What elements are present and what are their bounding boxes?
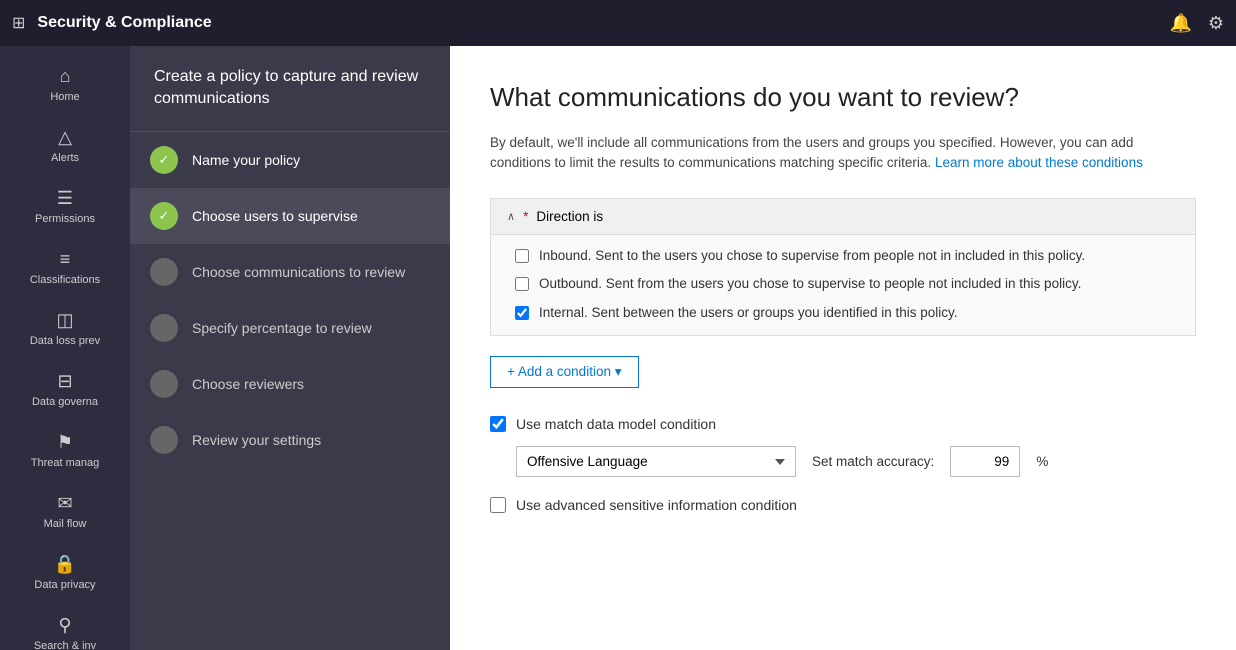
wizard-step-name[interactable]: ✓ Name your policy <box>130 132 450 188</box>
direction-condition-block: ∧ * Direction is Inbound. Sent to the us… <box>490 198 1196 337</box>
chevron-up-icon[interactable]: ∧ <box>507 210 515 223</box>
match-model-checkbox[interactable] <box>490 416 506 432</box>
match-controls: Offensive Language Threat Harassment Adu… <box>516 446 1196 477</box>
match-accuracy-input[interactable] <box>950 446 1020 477</box>
main-content: What communications do you want to revie… <box>450 46 1236 650</box>
sidebar-item-home[interactable]: ⌂ Home <box>0 54 130 115</box>
match-model-label: Use match data model condition <box>516 416 716 432</box>
match-section: Use match data model condition Offensive… <box>490 416 1196 477</box>
threat-icon: ⚑ <box>57 432 73 453</box>
wizard-step-reviewers[interactable]: Choose reviewers <box>130 356 450 412</box>
data-gov-icon: ⊟ <box>57 371 72 392</box>
sidebar-item-classifications-label: Classifications <box>30 274 100 286</box>
match-model-row: Use match data model condition <box>490 416 1196 432</box>
sidebar-item-data-loss-label: Data loss prev <box>30 335 100 347</box>
step-label-settings: Review your settings <box>192 432 321 448</box>
sidebar-item-data-gov-label: Data governa <box>32 396 98 408</box>
step-label-name: Name your policy <box>192 152 300 168</box>
option-row-outbound: Outbound. Sent from the users you chose … <box>515 275 1171 294</box>
condition-header: ∧ * Direction is <box>491 199 1195 235</box>
step-label-communications: Choose communications to review <box>192 264 405 280</box>
bell-icon[interactable]: 🔔 <box>1169 13 1191 34</box>
wizard-step-percentage[interactable]: Specify percentage to review <box>130 300 450 356</box>
content-description: By default, we'll include all communicat… <box>490 133 1196 174</box>
step-circle-communications <box>150 258 178 286</box>
internal-label: Internal. Sent between the users or grou… <box>539 304 958 323</box>
option-row-internal: Internal. Sent between the users or grou… <box>515 304 1171 323</box>
percent-sign: % <box>1036 454 1048 469</box>
wizard-header: Create a policy to capture and review co… <box>130 46 450 132</box>
match-accuracy-label: Set match accuracy: <box>812 454 934 469</box>
gear-icon[interactable]: ⚙ <box>1208 13 1224 34</box>
wizard-step-users[interactable]: ✓ Choose users to supervise <box>130 188 450 244</box>
step-circle-name: ✓ <box>150 146 178 174</box>
mail-flow-icon: ✉ <box>57 493 72 514</box>
match-model-dropdown[interactable]: Offensive Language Threat Harassment Adu… <box>516 446 796 477</box>
home-icon: ⌂ <box>60 66 71 87</box>
step-circle-reviewers <box>150 370 178 398</box>
classifications-icon: ≡ <box>60 249 71 270</box>
sidebar-item-data-gov[interactable]: ⊟ Data governa <box>0 359 130 420</box>
step-label-users: Choose users to supervise <box>192 208 358 224</box>
step-label-reviewers: Choose reviewers <box>192 376 304 392</box>
main-layout: ⌂ Home △ Alerts ☰ Permissions ≡ Classifi… <box>0 46 1236 650</box>
sidebar-item-threat-label: Threat manag <box>31 457 99 469</box>
direction-label: Direction is <box>536 209 603 224</box>
data-loss-icon: ◫ <box>56 310 73 331</box>
sidebar-item-mail-flow-label: Mail flow <box>44 518 87 530</box>
wizard-step-communications[interactable]: Choose communications to review <box>130 244 450 300</box>
sidebar-item-home-label: Home <box>50 91 79 103</box>
sidebar-item-permissions-label: Permissions <box>35 213 95 225</box>
sidebar-item-data-priv[interactable]: 🔒 Data privacy <box>0 542 130 603</box>
app-title: Security & Compliance <box>37 14 1169 32</box>
topbar: ⊞ Security & Compliance 🔔 ⚙ <box>0 0 1236 46</box>
advanced-row: Use advanced sensitive information condi… <box>490 497 1196 513</box>
data-priv-icon: 🔒 <box>54 554 76 575</box>
sidebar-item-data-loss[interactable]: ◫ Data loss prev <box>0 298 130 359</box>
learn-more-link[interactable]: Learn more about these conditions <box>935 155 1143 170</box>
step-circle-settings <box>150 426 178 454</box>
sidebar-item-alerts[interactable]: △ Alerts <box>0 115 130 176</box>
sidebar-item-search-label: Search & inv <box>34 640 96 650</box>
sidebar-item-search[interactable]: ⚲ Search & inv <box>0 603 130 650</box>
sidebar-item-permissions[interactable]: ☰ Permissions <box>0 176 130 237</box>
add-condition-button[interactable]: + Add a condition ▾ <box>490 356 639 388</box>
sidebar-item-mail-flow[interactable]: ✉ Mail flow <box>0 481 130 542</box>
sidebar-item-alerts-label: Alerts <box>51 152 79 164</box>
sidebar-item-classifications[interactable]: ≡ Classifications <box>0 237 130 298</box>
internal-checkbox[interactable] <box>515 306 529 320</box>
outbound-label: Outbound. Sent from the users you chose … <box>539 275 1081 294</box>
step-circle-percentage <box>150 314 178 342</box>
advanced-checkbox[interactable] <box>490 497 506 513</box>
sidebar-item-threat[interactable]: ⚑ Threat manag <box>0 420 130 481</box>
option-row-inbound: Inbound. Sent to the users you chose to … <box>515 247 1171 266</box>
wizard-steps: ✓ Name your policy ✓ Choose users to sup… <box>130 132 450 468</box>
alerts-icon: △ <box>58 127 72 148</box>
inbound-checkbox[interactable] <box>515 249 529 263</box>
topbar-actions: 🔔 ⚙ <box>1169 13 1224 34</box>
search-inv-icon: ⚲ <box>58 615 71 636</box>
required-marker: * <box>523 209 528 224</box>
page-title: What communications do you want to revie… <box>490 82 1196 113</box>
direction-options: Inbound. Sent to the users you chose to … <box>491 235 1195 336</box>
outbound-checkbox[interactable] <box>515 277 529 291</box>
step-circle-users: ✓ <box>150 202 178 230</box>
wizard-step-settings[interactable]: Review your settings <box>130 412 450 468</box>
permissions-icon: ☰ <box>57 188 73 209</box>
grid-icon[interactable]: ⊞ <box>12 13 25 33</box>
inbound-label: Inbound. Sent to the users you chose to … <box>539 247 1085 266</box>
wizard-sidebar: Create a policy to capture and review co… <box>130 46 450 650</box>
advanced-label: Use advanced sensitive information condi… <box>516 497 797 513</box>
step-label-percentage: Specify percentage to review <box>192 320 372 336</box>
sidebar-item-data-priv-label: Data privacy <box>34 579 95 591</box>
nav-sidebar: ⌂ Home △ Alerts ☰ Permissions ≡ Classifi… <box>0 46 130 650</box>
